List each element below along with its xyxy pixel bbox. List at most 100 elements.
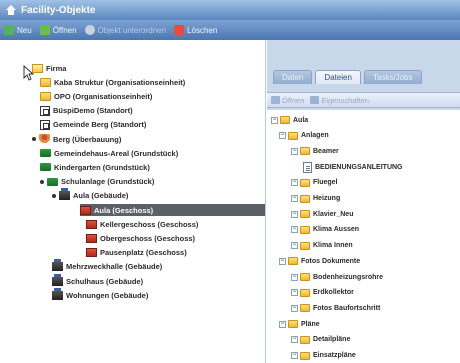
new-button[interactable]: Neu [4, 25, 32, 35]
tree-item[interactable]: BüspiDemo (Standort) [40, 105, 133, 117]
file-tree-item[interactable]: − Einsatzpläne [291, 350, 356, 362]
open-button[interactable]: Öffnen [39, 25, 77, 35]
site-icon [40, 119, 50, 130]
tree-item[interactable]: Gemeinde Berg (Standort) [40, 119, 146, 131]
tree-item[interactable]: Schulanlage (Grundstück) [40, 176, 154, 188]
expander-icon[interactable]: − [279, 257, 286, 265]
tab-tasks-jobs[interactable]: Tasks/Jobs [363, 70, 422, 84]
delete-button[interactable]: Löschen [174, 25, 217, 35]
file-tree-item[interactable]: − Beamer [291, 145, 339, 157]
file-tree-item[interactable]: − Pläne [279, 318, 320, 330]
expander-icon[interactable]: − [291, 242, 298, 250]
file-tree-item-label: Klima Aussen [313, 226, 360, 234]
expander-icon[interactable]: − [279, 320, 286, 328]
tree-item-label: Aula (Geschoss) [94, 205, 154, 215]
file-tree-item-label: Aula [293, 116, 309, 124]
file-tree: − Aula − Anlagen − Beamer BEDIENUNGSANLEITUNG −… [267, 110, 460, 363]
files-toolbar: Öffnen Eigenschaften [267, 92, 460, 108]
file-tree-item[interactable]: BEDIENUNGSANLEITUNG [303, 161, 403, 173]
tree-item[interactable]: Firma [32, 62, 66, 74]
open-button-label: Öffnen [52, 25, 77, 35]
plus-icon [4, 25, 14, 35]
file-tree-item[interactable]: − Anlagen [279, 130, 329, 142]
file-tree-item-label: Erdkollektor [313, 289, 354, 297]
file-tree-item[interactable]: − Klima Aussen [291, 224, 359, 236]
building-icon [52, 273, 63, 286]
tree-item-label: Obergeschoss (Geschoss) [100, 233, 196, 243]
files-properties-button[interactable]: Eigenschaften [310, 96, 369, 105]
expander-icon[interactable]: − [291, 352, 298, 359]
file-tree-item[interactable]: − Bodenheizungsrohre [291, 271, 383, 283]
tree-item[interactable]: Kindergarten (Grundstück) [40, 161, 150, 173]
tree-item[interactable]: Berg (Überbauung) [32, 133, 121, 145]
tree-item[interactable]: Mehrzweckhalle (Gebäude) [52, 259, 162, 273]
person-icon [39, 133, 50, 145]
main-toolbar: Neu Öffnen Objekt unterordnen Löschen [0, 20, 460, 40]
folder-icon [300, 241, 310, 250]
expander-icon[interactable] [52, 193, 56, 198]
files-open-label: Öffnen [282, 95, 305, 105]
tree-item[interactable]: Aula (Geschoss) [80, 204, 265, 216]
tree-item[interactable]: Kellergeschoss (Geschoss) [86, 218, 198, 230]
file-tree-item[interactable]: − Erdkollektor [291, 287, 354, 299]
window-title: Facility-Objekte [21, 4, 96, 16]
file-tree-item[interactable]: − Heizung [291, 193, 340, 205]
folder-icon [300, 335, 310, 344]
tree-item[interactable]: Gemeindehaus-Areal (Grundstück) [40, 147, 178, 159]
file-tree-item[interactable]: − Aula [271, 114, 308, 126]
file-tree-item[interactable]: − Fotos Dokumente [279, 255, 360, 267]
expander-icon[interactable]: − [291, 226, 298, 234]
unlink-icon [84, 25, 95, 35]
subordinate-button[interactable]: Objekt unterordnen [84, 25, 166, 35]
expander-icon[interactable]: − [291, 210, 298, 218]
tree-item-label: Kaba Struktur (Organisationseinheit) [54, 77, 186, 87]
tree-item[interactable]: Wohnungen (Gebäude) [52, 287, 148, 301]
tab-daten[interactable]: Daten [273, 70, 313, 84]
expander-icon[interactable]: − [291, 179, 298, 187]
file-tree-item-label: Bodenheizungsrohre [313, 273, 384, 281]
expander-icon[interactable]: − [291, 304, 298, 312]
tree-item[interactable]: Obergeschoss (Geschoss) [86, 232, 195, 244]
expander-icon[interactable]: − [279, 132, 286, 140]
expander-icon[interactable] [40, 179, 44, 184]
new-button-label: Neu [17, 25, 32, 35]
tree-item[interactable]: Aula (Gebäude) [52, 188, 129, 202]
folder-icon [288, 257, 298, 266]
tree-item[interactable]: Schulhaus (Gebäude) [52, 273, 143, 287]
file-tree-item[interactable]: − Klavier_Neu [291, 208, 353, 220]
floor-icon [86, 248, 97, 258]
expander-icon[interactable]: − [291, 289, 298, 297]
tree-item-label: Gemeinde Berg (Standort) [53, 120, 147, 130]
expander-icon[interactable]: − [271, 116, 278, 124]
folder-icon [40, 77, 51, 87]
expander-icon[interactable] [32, 137, 36, 141]
files-open-button[interactable]: Öffnen [271, 96, 304, 105]
tree-item[interactable]: OPO (Organisationseinheit) [40, 90, 152, 102]
folder-icon [300, 288, 310, 297]
detail-tabs: Daten Dateien Tasks/Jobs [273, 70, 422, 84]
tree-item-label: Aula (Gebäude) [73, 191, 129, 201]
file-tree-item-label: Beamer [313, 147, 339, 155]
file-tree-item[interactable]: − Fluegel [291, 177, 338, 189]
expander-icon[interactable]: − [291, 147, 298, 155]
file-tree-item[interactable]: − Detailpläne [291, 334, 350, 346]
tree-item[interactable]: Kaba Struktur (Organisationseinheit) [40, 76, 185, 88]
file-tree-item-label: Fotos Dokumente [301, 257, 361, 265]
file-tree-item[interactable]: − Fotos Baufortschritt [291, 302, 380, 314]
folder-icon [40, 91, 51, 101]
file-tree-item-label: Klima Innen [313, 242, 353, 250]
tree-item[interactable]: Pausenplatz (Geschoss) [86, 247, 187, 259]
file-tree-item-label: Detailpläne [313, 336, 351, 344]
folder-icon [300, 178, 310, 187]
file-tree-item[interactable]: − Klima Innen [291, 240, 353, 252]
home-icon [6, 5, 16, 15]
delete-button-label: Löschen [187, 25, 218, 35]
open-icon [39, 25, 50, 35]
tab-dateien[interactable]: Dateien [315, 70, 361, 84]
expander-icon[interactable]: − [291, 273, 298, 281]
folder-icon [300, 225, 310, 234]
expander-icon[interactable]: − [291, 195, 298, 202]
expander-icon[interactable]: − [291, 336, 298, 344]
file-tree-item-label: Pläne [301, 320, 320, 328]
folder-icon [300, 147, 310, 156]
